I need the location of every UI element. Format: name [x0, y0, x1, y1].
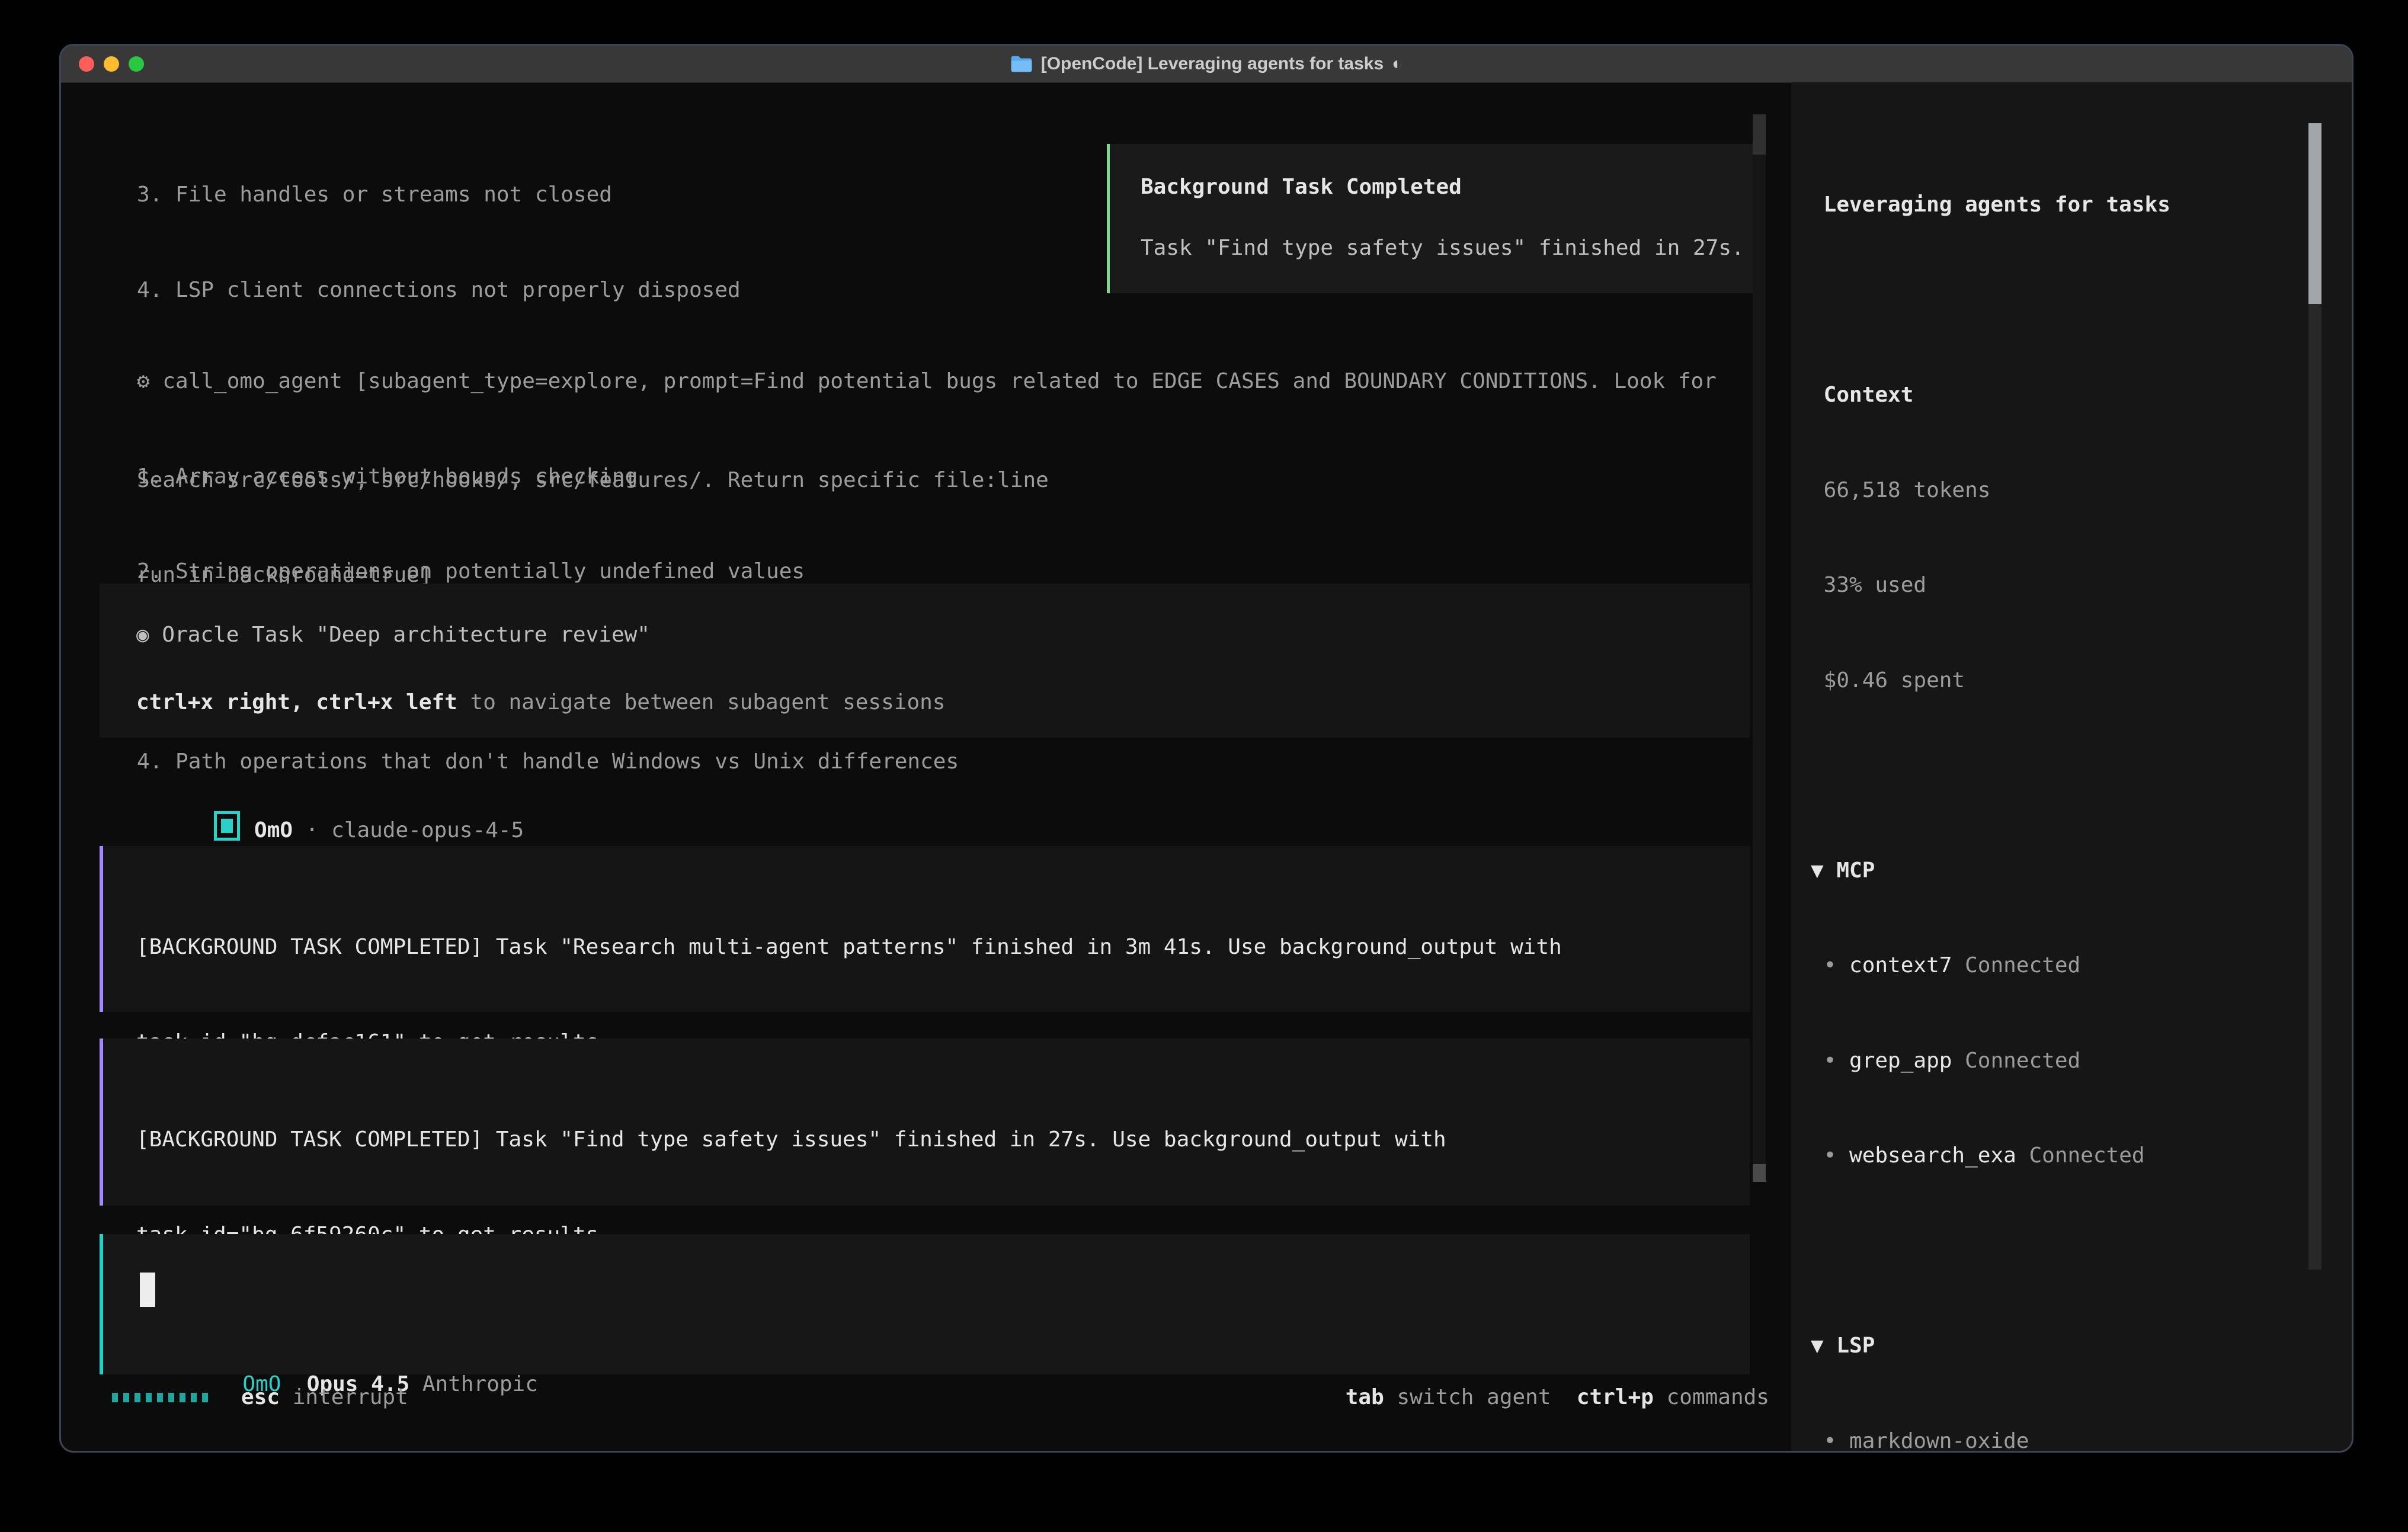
lsp-section-header[interactable]: ▼ LSP	[1811, 1330, 2316, 1362]
mcp-item: • grep_app Connected	[1811, 1045, 2316, 1077]
mcp-item: • context7 Connected	[1811, 950, 2316, 982]
chevron-down-icon: ▼ MCP	[1811, 858, 1875, 883]
tab-key-hint: tab	[1346, 1382, 1384, 1414]
chevron-down-icon: ▼ LSP	[1811, 1334, 1875, 1358]
statusbar-left: esc interrupt	[112, 1382, 408, 1414]
context-tokens: 66,518 tokens	[1811, 475, 2316, 507]
fisheye-icon: ◉	[136, 623, 149, 647]
esc-key-hint: esc	[241, 1382, 280, 1414]
task-message-card[interactable]: [BACKGROUND TASK COMPLETED] Task "Resear…	[100, 846, 1750, 1012]
chat-line: 4. LSP client connections not properly d…	[137, 274, 1049, 306]
sidebar-scrollbar-thumb[interactable]	[2308, 123, 2321, 304]
bullet-icon: •	[1811, 1049, 1849, 1073]
mcp-item: • websearch_exa Connected	[1811, 1140, 2316, 1172]
window-title: [OpenCode] Leveraging agents for tasks ◐	[1010, 54, 1403, 74]
oracle-task-title: ◉ Oracle Task "Deep architecture review"	[136, 619, 650, 651]
statusbar-right: tab switch agent ctrl+p commands	[1346, 1382, 1769, 1414]
window-title-text: [OpenCode] Leveraging agents for tasks	[1041, 54, 1384, 74]
sidebar-scrollbar-track[interactable]	[2308, 304, 2321, 1270]
chat-scrollbar-thumb[interactable]	[1753, 1164, 1766, 1182]
task-message-line: [BACKGROUND TASK COMPLETED] Task "Resear…	[136, 931, 1562, 963]
titlebar: [OpenCode] Leveraging agents for tasks ◐	[61, 46, 2352, 83]
text-cursor	[140, 1273, 155, 1307]
agent-square-icon	[214, 811, 240, 841]
toast-body: Task "Find type safety issues" finished …	[1141, 232, 1744, 264]
prompt-input[interactable]: OmO Opus 4.5 Anthropic	[100, 1234, 1750, 1374]
lsp-item: • markdown-oxide	[1811, 1425, 2316, 1453]
task-message-card[interactable]: [BACKGROUND TASK COMPLETED] Task "Find t…	[100, 1039, 1750, 1206]
background-task-toast[interactable]: Background Task Completed Task "Find typ…	[1107, 144, 1762, 293]
chat-scrollbar-track[interactable]	[1753, 114, 1766, 1182]
context-used: 33% used	[1811, 569, 2316, 601]
tool-call-line: 2. String operations on potentially unde…	[137, 556, 1717, 588]
opencode-window: [OpenCode] Leveraging agents for tasks ◐…	[59, 44, 2353, 1453]
task-message-line: [BACKGROUND TASK COMPLETED] Task "Find t…	[136, 1124, 1446, 1156]
chat-line: 3. File handles or streams not closed	[137, 179, 1049, 211]
agent-name: OmO	[254, 818, 293, 842]
agent-model: claude-opus-4-5	[331, 818, 524, 842]
close-button[interactable]	[79, 56, 94, 72]
sidebar: Leveraging agents for tasks Context 66,5…	[1791, 82, 2352, 1451]
gear-icon: ⚙	[137, 369, 150, 393]
session-title: Leveraging agents for tasks	[1811, 189, 2316, 221]
folder-icon	[1010, 55, 1033, 73]
oracle-task-card[interactable]: ◉ Oracle Task "Deep architecture review"…	[100, 584, 1750, 738]
input-provider: Anthropic	[422, 1372, 538, 1396]
tool-call-line: 4. Path operations that don't handle Win…	[137, 746, 1717, 778]
zoom-button[interactable]	[129, 56, 144, 72]
recording-indicator-icon: ◐	[1392, 54, 1402, 74]
chat-scrollbar-thumb-top[interactable]	[1753, 114, 1766, 155]
context-spent: $0.46 spent	[1811, 665, 2316, 697]
ctrlp-key-hint: ctrl+p	[1551, 1382, 1654, 1414]
tool-call-line: 1. Array access without bounds checking	[137, 461, 1717, 493]
oracle-task-hint: ctrl+x right, ctrl+x left to navigate be…	[136, 687, 945, 719]
traffic-lights	[79, 56, 144, 72]
tool-call-line: ⚙ call_omo_agent [subagent_type=explore,…	[137, 366, 1717, 398]
activity-dots-icon	[112, 1393, 208, 1402]
toast-title: Background Task Completed	[1141, 171, 1462, 203]
bullet-icon: •	[1811, 953, 1849, 977]
context-header: Context	[1811, 379, 2316, 411]
minimize-button[interactable]	[104, 56, 119, 72]
bullet-icon: •	[1811, 1143, 1849, 1168]
mcp-section-header[interactable]: ▼ MCP	[1811, 855, 2316, 887]
